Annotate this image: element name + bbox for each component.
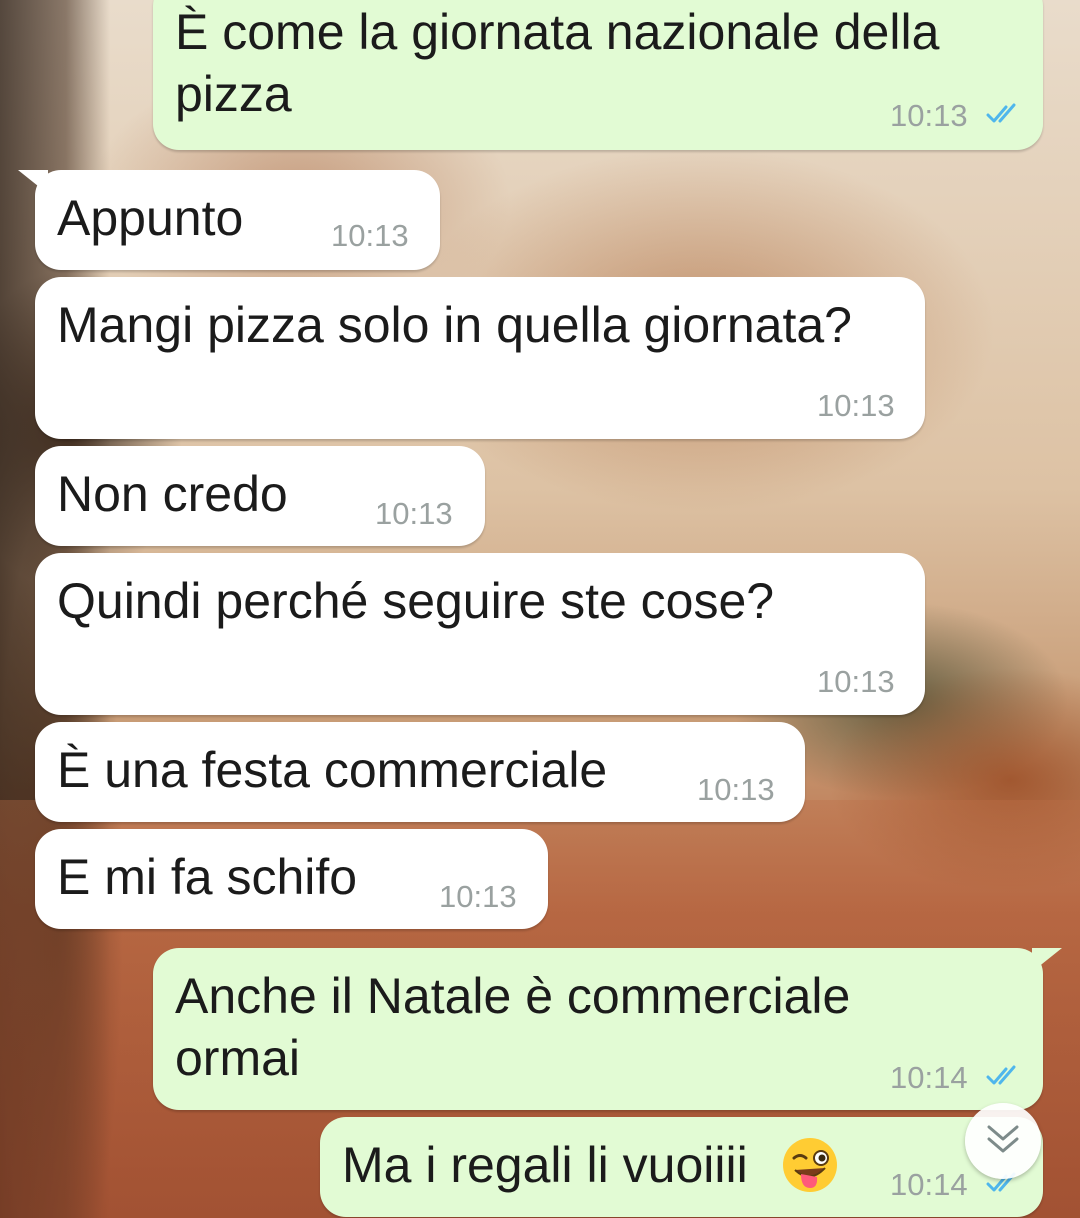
message-text: Quindi perché seguire ste cose? [57,573,775,629]
message-text: Anche il Natale è commerciale ormai [175,968,851,1086]
message-time: 10:13 [439,879,517,914]
message-time: 10:14 [890,1167,968,1202]
message-bubble-incoming[interactable]: È una festa commerciale 10:13 [35,722,805,822]
message-time: 10:14 [890,1060,968,1095]
message-bubble-incoming[interactable]: Appunto 10:13 [35,170,440,270]
message-time: 10:13 [375,496,453,531]
message-bubble-outgoing[interactable]: È come la giornata nazionale della pizza… [153,0,1043,150]
winking-face-with-tongue-icon [783,1138,837,1192]
message-text: Appunto [57,190,244,246]
message-text: È come la giornata nazionale della pizza [175,4,940,122]
message-time: 10:13 [331,218,409,253]
double-check-icon [986,103,1016,123]
message-time: 10:13 [817,664,895,699]
message-bubble-outgoing[interactable]: Anche il Natale è commerciale ormai 10:1… [153,948,1043,1110]
message-time: 10:13 [817,388,895,423]
message-bubble-incoming[interactable]: Non credo 10:13 [35,446,485,546]
scroll-to-bottom-button[interactable] [965,1103,1041,1179]
message-bubble-incoming[interactable]: E mi fa schifo 10:13 [35,829,548,929]
message-text: E mi fa schifo [57,849,358,905]
message-text: È una festa commerciale [57,742,608,798]
message-text: Ma i regali li vuoiiii [342,1137,748,1193]
message-bubble-incoming[interactable]: Mangi pizza solo in quella giornata? 10:… [35,277,925,439]
double-chevron-down-icon [987,1125,1019,1153]
bubble-tail [18,170,48,194]
message-bubble-incoming[interactable]: Quindi perché seguire ste cose? 10:13 [35,553,925,715]
message-bubble-outgoing[interactable]: Ma i regali li vuoiiii 10:14 [320,1117,1043,1217]
bubble-tail [1032,948,1062,972]
message-time: 10:13 [697,772,775,807]
message-text: Mangi pizza solo in quella giornata? [57,297,852,353]
message-text: Non credo [57,466,288,522]
message-time: 10:13 [890,98,968,133]
double-check-icon [986,1065,1016,1085]
